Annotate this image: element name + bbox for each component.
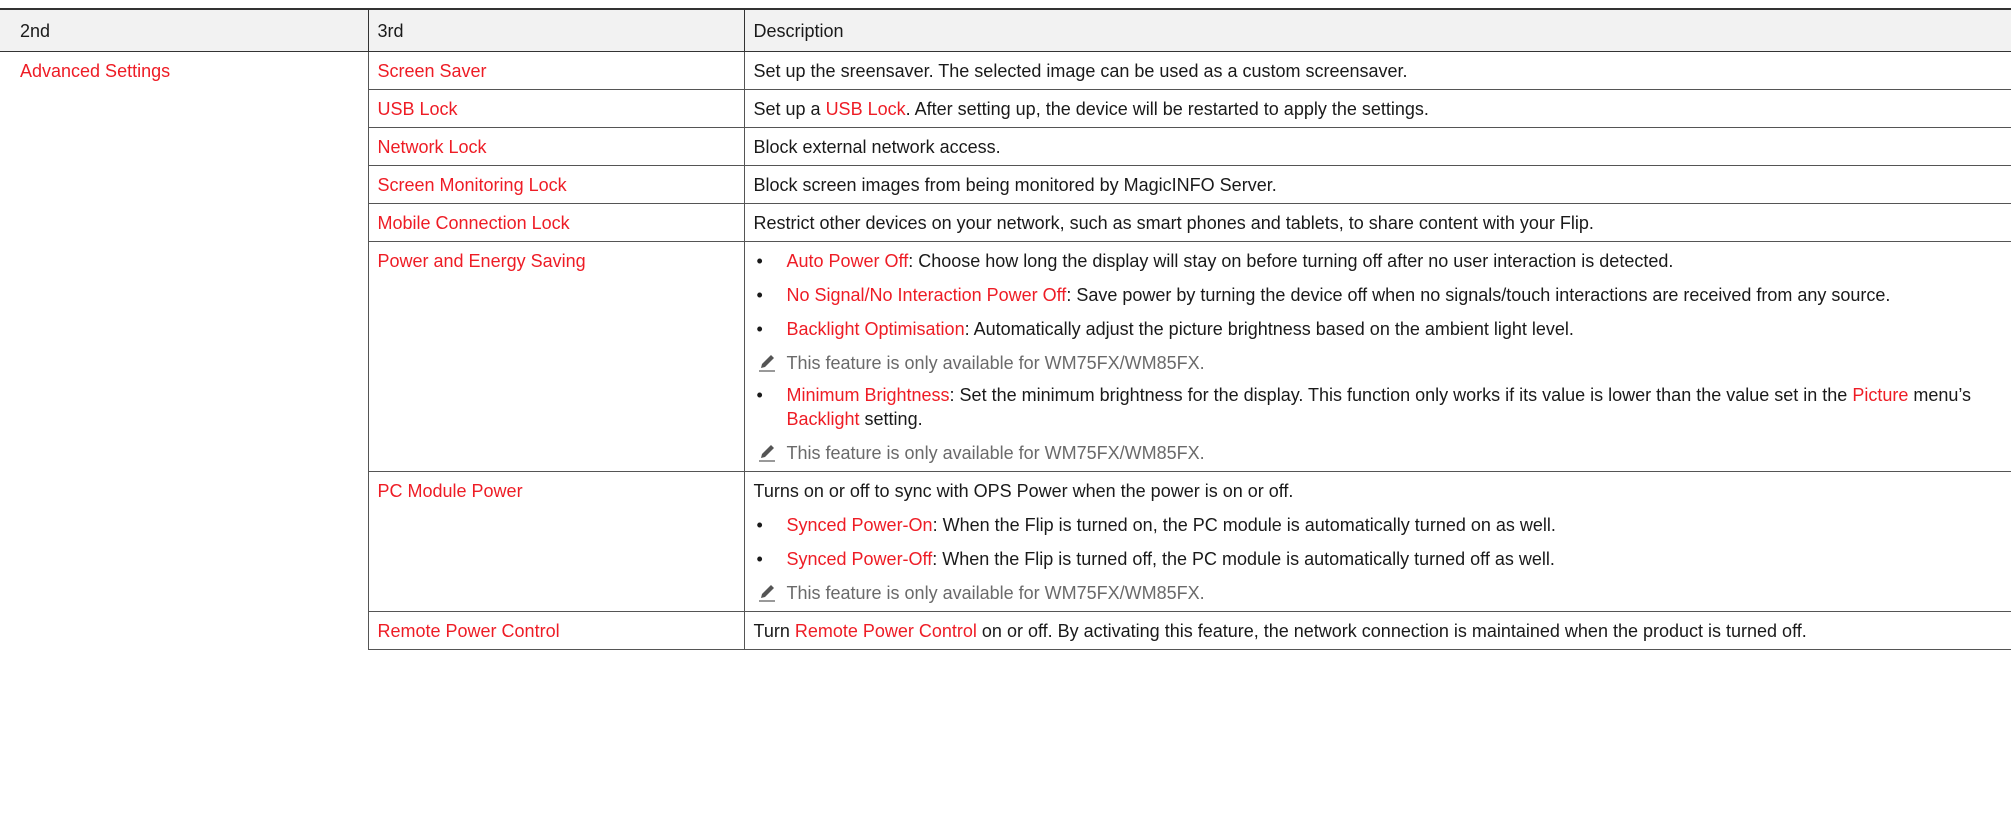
pencil-icon <box>758 354 775 372</box>
list-item: Backlight Optimisation: Automatically ad… <box>754 317 2002 341</box>
desc-text: : Choose how long the display will stay … <box>908 250 1674 271</box>
menu-mobile-connection-lock[interactable]: Mobile Connection Lock <box>378 213 570 233</box>
table-header-row: 2nd 3rd Description <box>0 8 2011 52</box>
backlight-ref[interactable]: Backlight <box>787 409 860 429</box>
note-text: This feature is only available for WM75F… <box>786 352 1205 373</box>
note: This feature is only available for WM75F… <box>754 581 2002 605</box>
desc-text: setting. <box>859 408 923 429</box>
desc-text: : Save power by turning the device off w… <box>1066 284 1891 305</box>
backlight-optimisation-ref[interactable]: Backlight Optimisation <box>787 319 965 339</box>
desc-text: on or off. By activating this feature, t… <box>976 620 1807 641</box>
menu-network-lock[interactable]: Network Lock <box>378 137 487 157</box>
section-advanced-settings[interactable]: Advanced Settings <box>20 61 170 81</box>
list-item: No Signal/No Interaction Power Off: Save… <box>754 283 2002 307</box>
menu-remote-power-control[interactable]: Remote Power Control <box>378 621 560 641</box>
desc-text: Turns on or off to sync with OPS Power w… <box>753 480 1294 501</box>
desc-power-energy-saving: Auto Power Off: Choose how long the disp… <box>744 241 2011 472</box>
desc-network-lock: Block external network access. <box>744 127 2011 166</box>
desc-text: : When the Flip is turned on, the PC mod… <box>932 514 1556 535</box>
pencil-icon <box>758 444 775 462</box>
note-text: This feature is only available for WM75F… <box>786 442 1205 463</box>
settings-table: 2nd 3rd Description Advanced Settings Sc… <box>0 8 2011 650</box>
desc-text: Set up a <box>753 98 826 119</box>
menu-screen-monitoring-lock[interactable]: Screen Monitoring Lock <box>378 175 567 195</box>
menu-power-energy-saving[interactable]: Power and Energy Saving <box>378 251 586 271</box>
desc-text: : Set the minimum brightness for the dis… <box>949 384 1853 405</box>
menu-usb-lock[interactable]: USB Lock <box>378 99 458 119</box>
desc-usb-lock: Set up a USB Lock. After setting up, the… <box>744 89 2011 128</box>
remote-power-control-ref[interactable]: Remote Power Control <box>795 621 977 641</box>
minimum-brightness-ref[interactable]: Minimum Brightness <box>787 385 950 405</box>
desc-text: : Automatically adjust the picture brigh… <box>964 318 1574 339</box>
desc-text: : When the Flip is turned off, the PC mo… <box>932 548 1555 569</box>
synced-power-off-ref[interactable]: Synced Power-Off <box>787 549 933 569</box>
list-item: Minimum Brightness: Set the minimum brig… <box>754 383 2002 431</box>
picture-ref[interactable]: Picture <box>1852 385 1908 405</box>
list-item: Synced Power-Off: When the Flip is turne… <box>754 547 2002 571</box>
header-description: Description <box>744 8 2011 52</box>
desc-text: . After setting up, the device will be r… <box>905 98 1429 119</box>
desc-mobile-connection-lock: Restrict other devices on your network, … <box>744 203 2011 242</box>
list-item: Auto Power Off: Choose how long the disp… <box>754 249 2002 273</box>
no-signal-power-off-ref[interactable]: No Signal/No Interaction Power Off <box>787 285 1067 305</box>
auto-power-off-ref[interactable]: Auto Power Off <box>787 251 909 271</box>
note: This feature is only available for WM75F… <box>754 351 2002 375</box>
table-row: Advanced Settings Screen Saver Set up th… <box>0 51 2011 649</box>
pencil-icon <box>758 584 775 602</box>
synced-power-on-ref[interactable]: Synced Power-On <box>787 515 933 535</box>
desc-screen-monitoring-lock: Block screen images from being monitored… <box>744 165 2011 204</box>
desc-remote-power-control: Turn Remote Power Control on or off. By … <box>744 611 2011 650</box>
desc-screen-saver: Set up the sreensaver. The selected imag… <box>744 51 2011 90</box>
note: This feature is only available for WM75F… <box>754 441 2002 465</box>
header-2nd: 2nd <box>0 8 369 52</box>
desc-text: Turn <box>753 620 795 641</box>
list-item: Synced Power-On: When the Flip is turned… <box>754 513 2002 537</box>
desc-pc-module-power: Turns on or off to sync with OPS Power w… <box>744 471 2011 612</box>
menu-screen-saver[interactable]: Screen Saver <box>378 61 487 81</box>
menu-pc-module-power[interactable]: PC Module Power <box>378 481 523 501</box>
usb-lock-ref[interactable]: USB Lock <box>826 99 906 119</box>
header-3rd: 3rd <box>368 8 745 52</box>
desc-text: menu’s <box>1908 384 1972 405</box>
note-text: This feature is only available for WM75F… <box>786 582 1205 603</box>
